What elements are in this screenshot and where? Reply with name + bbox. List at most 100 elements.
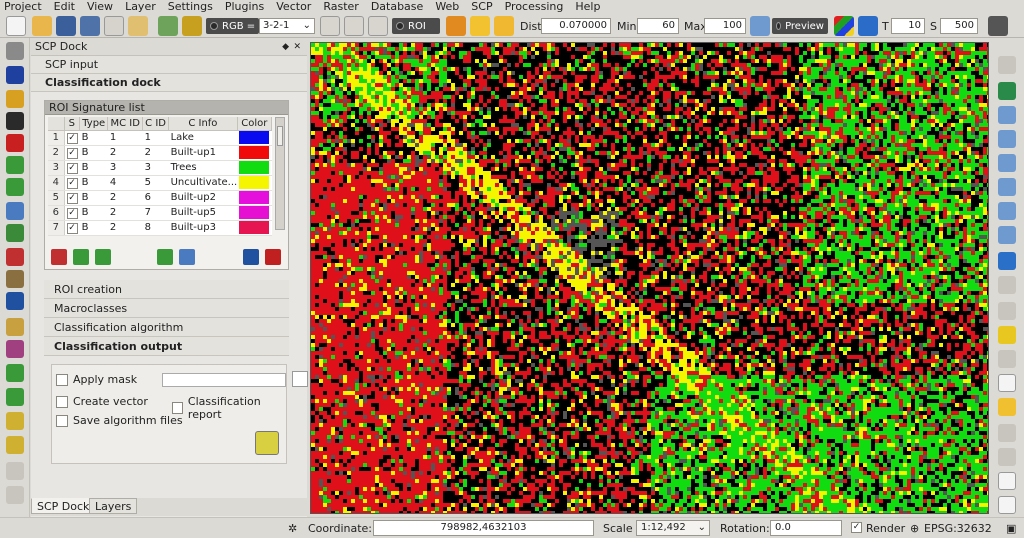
save-project-icon[interactable]: [56, 16, 76, 36]
render-checkbox[interactable]: ✓: [851, 522, 862, 533]
signature-checkbox[interactable]: ✓: [64, 130, 80, 146]
dist-input[interactable]: 0.070000: [541, 18, 611, 34]
signature-color[interactable]: [237, 190, 272, 206]
digitize-icon[interactable]: [6, 486, 24, 504]
signature-row[interactable]: 7 ✓ B 2 8 Built-up3: [48, 220, 272, 236]
spectral-plot-button-icon[interactable]: [157, 249, 173, 265]
scrollbar-thumb[interactable]: [277, 126, 283, 146]
land-cover-icon[interactable]: [6, 364, 24, 382]
new-bookmark-icon[interactable]: [998, 472, 1016, 490]
section-classification-output[interactable]: Classification output: [44, 337, 289, 356]
tab-scp-input[interactable]: SCP input: [31, 56, 307, 74]
zoom-preview-icon[interactable]: [750, 16, 770, 36]
attribute-table-icon[interactable]: [998, 374, 1016, 392]
action-icon[interactable]: [998, 276, 1016, 294]
classification-report-icon[interactable]: [6, 388, 24, 406]
section-macroclasses[interactable]: Macroclasses: [44, 299, 289, 318]
add-vector-icon[interactable]: [6, 42, 24, 60]
tab-layers[interactable]: Layers: [89, 498, 138, 514]
signature-checkbox[interactable]: ✓: [64, 175, 80, 191]
cumulative-stretch-icon[interactable]: [344, 16, 364, 36]
signature-check-icon[interactable]: ✓: [66, 177, 78, 189]
preprocessing-icon[interactable]: [6, 248, 24, 266]
signature-color[interactable]: [237, 175, 272, 191]
open-project-icon[interactable]: [32, 16, 52, 36]
local-cumulative-icon[interactable]: [320, 16, 340, 36]
map-tips-icon[interactable]: [998, 448, 1016, 466]
text-annotation-icon[interactable]: [998, 496, 1016, 514]
import-signatures-icon[interactable]: [243, 249, 259, 265]
signature-checkbox[interactable]: ✓: [64, 205, 80, 221]
signature-check-icon[interactable]: ✓: [66, 147, 78, 159]
band-calc-icon[interactable]: [6, 156, 24, 174]
coordinate-toggle-icon[interactable]: ✲: [288, 522, 297, 535]
expression-select-icon[interactable]: [998, 350, 1016, 368]
vector-add-icon[interactable]: [6, 436, 24, 454]
tab-classification-dock[interactable]: Classification dock: [31, 74, 307, 92]
mask-path-field[interactable]: [162, 373, 286, 387]
zoom-raster-icon[interactable]: [182, 16, 202, 36]
menu-plugins[interactable]: Plugins: [225, 0, 264, 14]
min-input[interactable]: 60: [637, 18, 679, 34]
close-icon[interactable]: ✕: [293, 38, 301, 56]
column-header-color[interactable]: Color: [237, 117, 273, 131]
coordinate-field[interactable]: 798982,4632103: [373, 520, 594, 536]
delete-signature-icon[interactable]: [51, 249, 67, 265]
scatter-plot-icon[interactable]: [6, 202, 24, 220]
menu-database[interactable]: Database: [371, 0, 424, 14]
color-swatch[interactable]: [239, 206, 270, 219]
preview-toggle[interactable]: Preview: [772, 18, 828, 34]
spectral-plot-icon[interactable]: [6, 178, 24, 196]
signature-list-scrollbar[interactable]: [275, 117, 285, 230]
menu-processing[interactable]: Processing: [505, 0, 564, 14]
zoom-native-icon[interactable]: [998, 154, 1016, 172]
classification-report-checkbox[interactable]: [172, 402, 183, 414]
signature-row[interactable]: 6 ✓ B 2 7 Built-up5: [48, 205, 272, 221]
calculate-signatures-icon[interactable]: [95, 249, 111, 265]
scale-combo[interactable]: 1:12,492 ⌄: [636, 520, 710, 536]
export-icon[interactable]: [6, 134, 24, 152]
float-icon[interactable]: ◆: [282, 38, 289, 56]
signature-check-icon[interactable]: ✓: [66, 192, 78, 204]
signature-row[interactable]: 2 ✓ B 2 2 Built-up1: [48, 145, 272, 161]
zoom-full-icon[interactable]: [998, 178, 1016, 196]
classification-preview-icon[interactable]: [834, 16, 854, 36]
remove-temp-files-icon[interactable]: [988, 16, 1008, 36]
redo-roi-icon[interactable]: [494, 16, 514, 36]
menu-scp[interactable]: SCP: [471, 0, 492, 14]
save-algorithm-files-checkbox[interactable]: [56, 414, 68, 427]
signature-check-icon[interactable]: ✓: [66, 222, 78, 234]
messages-icon[interactable]: ▣: [1006, 522, 1016, 535]
add-raster-icon[interactable]: [6, 90, 24, 108]
roi-toggle[interactable]: ROI: [392, 18, 440, 34]
signature-color[interactable]: [237, 205, 272, 221]
color-swatch[interactable]: [239, 146, 270, 159]
scp-input-icon[interactable]: [158, 16, 178, 36]
zoom-layer-icon[interactable]: [998, 202, 1016, 220]
tools-icon[interactable]: [6, 224, 24, 242]
save-algorithm-files-option[interactable]: Save algorithm files: [56, 414, 183, 427]
merge-signatures-icon[interactable]: [73, 249, 89, 265]
measure-icon[interactable]: [998, 424, 1016, 442]
signature-row[interactable]: 4 ✓ B 4 5 Uncultivate...: [48, 175, 272, 191]
s-input[interactable]: 500: [940, 18, 978, 34]
color-swatch[interactable]: [239, 176, 270, 189]
menu-settings[interactable]: Settings: [168, 0, 213, 14]
menu-layer[interactable]: Layer: [125, 0, 156, 14]
accuracy-icon[interactable]: [6, 340, 24, 358]
menu-web[interactable]: Web: [435, 0, 459, 14]
band-set-icon[interactable]: [6, 318, 24, 336]
color-swatch[interactable]: [239, 161, 270, 174]
scatter-plot-button-icon[interactable]: [179, 249, 195, 265]
signature-checkbox[interactable]: ✓: [64, 220, 80, 236]
zoom-in-icon[interactable]: [998, 106, 1016, 124]
select-icon[interactable]: [998, 302, 1016, 320]
rgb-toggle[interactable]: RGB =: [206, 18, 260, 34]
composer-manager-icon[interactable]: [128, 16, 148, 36]
column-header-s[interactable]: S: [64, 117, 81, 131]
signature-check-icon[interactable]: ✓: [66, 207, 78, 219]
rgb-combo[interactable]: 3-2-1 ⌄: [259, 18, 315, 34]
print-composer-icon[interactable]: [104, 16, 124, 36]
t-input[interactable]: 10: [891, 18, 925, 34]
create-vector-checkbox[interactable]: [56, 395, 68, 408]
